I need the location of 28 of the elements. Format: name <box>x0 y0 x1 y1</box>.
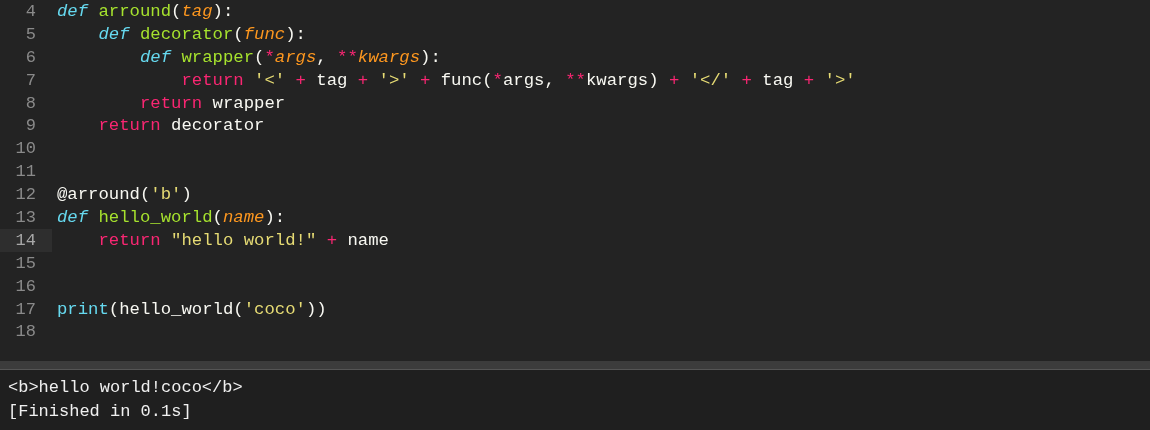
line-number: 14 <box>0 228 52 252</box>
code-line: def decorator(func): <box>97 24 306 44</box>
code-line: return wrapper <box>138 93 286 113</box>
line-number: 4 <box>24 0 37 23</box>
code-line: print(hello_world('coco')) <box>57 299 327 319</box>
line-number: 6 <box>24 46 37 69</box>
panel-splitter[interactable] <box>0 361 1150 370</box>
line-number: 12 <box>14 184 37 206</box>
line-number: 5 <box>24 23 37 46</box>
code-line: def hello_world(name): <box>57 207 286 227</box>
line-number: 11 <box>14 161 37 184</box>
code-line: def arround(tag): <box>57 1 234 21</box>
line-number: 16 <box>14 275 37 298</box>
line-number: 13 <box>14 206 37 229</box>
line-number: 15 <box>14 252 37 275</box>
line-number: 7 <box>24 69 37 92</box>
code-line: return decorator <box>97 116 265 136</box>
output-line: [Finished in 0.1s] <box>8 401 192 423</box>
line-number: 10 <box>14 138 37 161</box>
line-number: 18 <box>14 321 37 344</box>
code-line: @arround('b') <box>57 185 192 205</box>
line-number: 9 <box>24 115 37 138</box>
line-number: 17 <box>14 298 37 321</box>
line-number: 8 <box>24 92 37 115</box>
code-line: def wrapper(*args, **kwargs): <box>138 47 441 67</box>
code-line: return "hello world!" + name <box>97 230 389 250</box>
output-line: <b>hello world!coco</b> <box>8 377 243 399</box>
code-line: return '<' + tag + '>' + func(*args, **kwargs) + '</' + tag + '>' <box>180 70 856 90</box>
